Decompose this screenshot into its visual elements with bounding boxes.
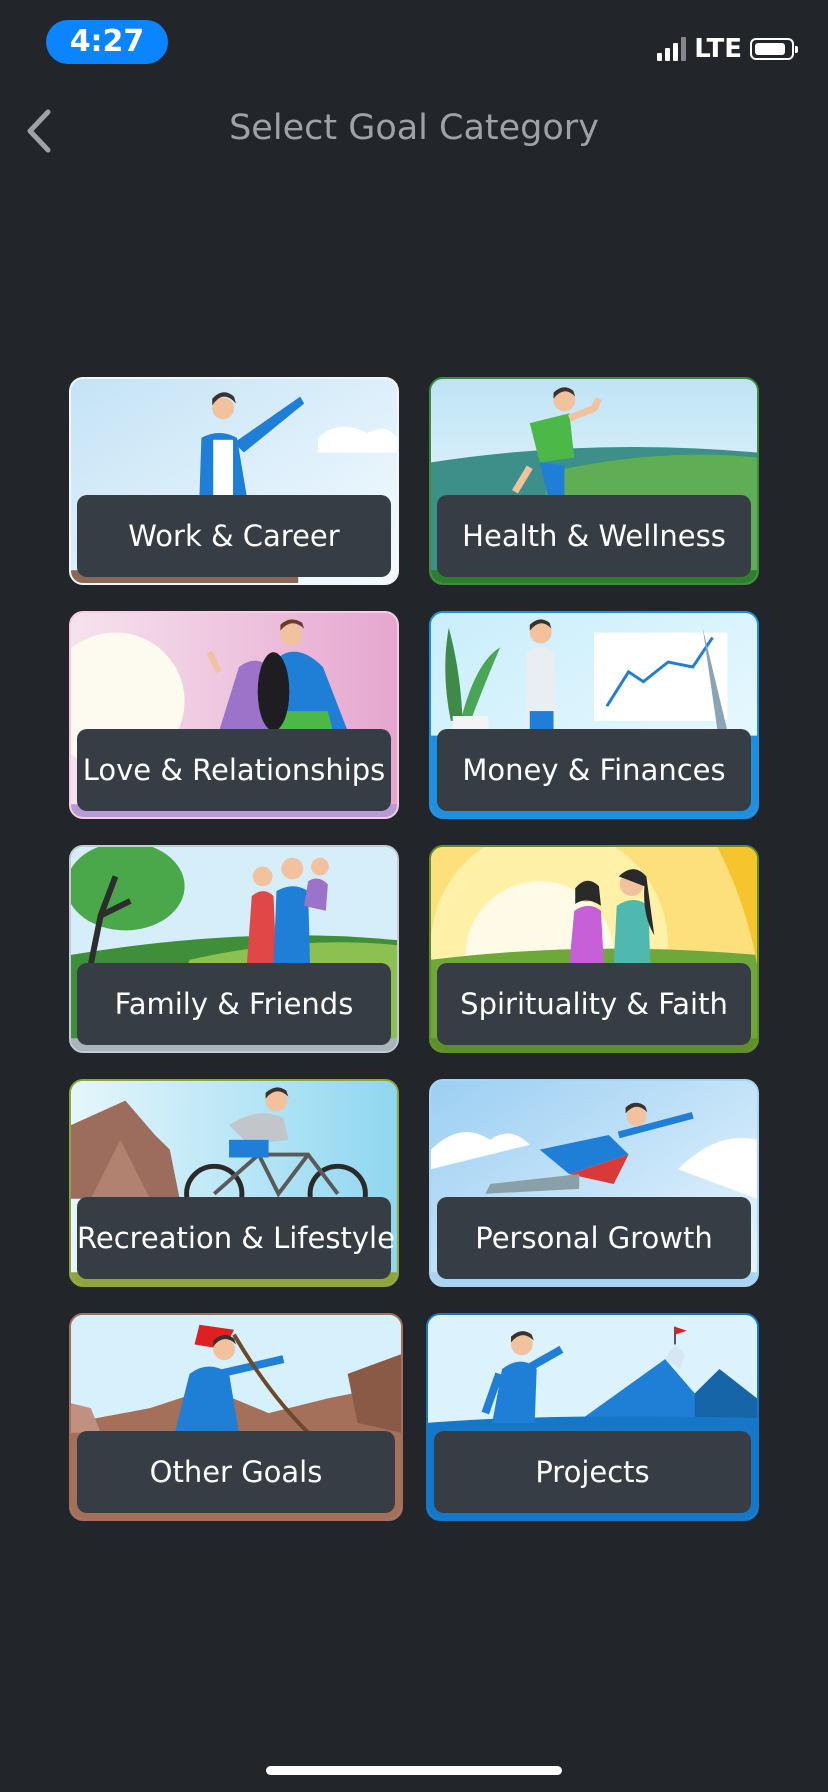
category-health-wellness[interactable]: Health & Wellness: [429, 377, 759, 585]
category-label: Family & Friends: [77, 963, 391, 1045]
category-family-friends[interactable]: Family & Friends: [69, 845, 399, 1053]
category-label: Love & Relationships: [77, 729, 391, 811]
category-label: Projects: [434, 1431, 751, 1513]
network-type: LTE: [694, 34, 742, 64]
category-label: Personal Growth: [437, 1197, 751, 1279]
category-label: Money & Finances: [437, 729, 751, 811]
status-time: 4:27: [46, 20, 168, 64]
category-spirituality-faith[interactable]: Spirituality & Faith: [429, 845, 759, 1053]
category-label: Recreation & Lifestyle: [77, 1197, 395, 1279]
category-work-career[interactable]: Work & Career: [69, 377, 399, 585]
category-personal-growth[interactable]: Personal Growth: [429, 1079, 759, 1287]
category-label: Spirituality & Faith: [437, 963, 751, 1045]
signal-icon: [657, 37, 687, 61]
category-money-finances[interactable]: Money & Finances: [429, 611, 759, 819]
category-recreation-lifestyle[interactable]: Recreation & Lifestyle: [69, 1079, 399, 1287]
status-indicators: LTE: [657, 34, 798, 64]
category-other-goals[interactable]: Other Goals: [69, 1313, 403, 1521]
battery-icon: [750, 38, 798, 60]
home-indicator[interactable]: [266, 1766, 562, 1775]
page-title: Select Goal Category: [229, 108, 599, 148]
category-love-relationships[interactable]: Love & Relationships: [69, 611, 399, 819]
category-projects[interactable]: Projects: [426, 1313, 759, 1521]
category-label: Work & Career: [77, 495, 391, 577]
category-label: Other Goals: [77, 1431, 395, 1513]
category-label: Health & Wellness: [437, 495, 751, 577]
